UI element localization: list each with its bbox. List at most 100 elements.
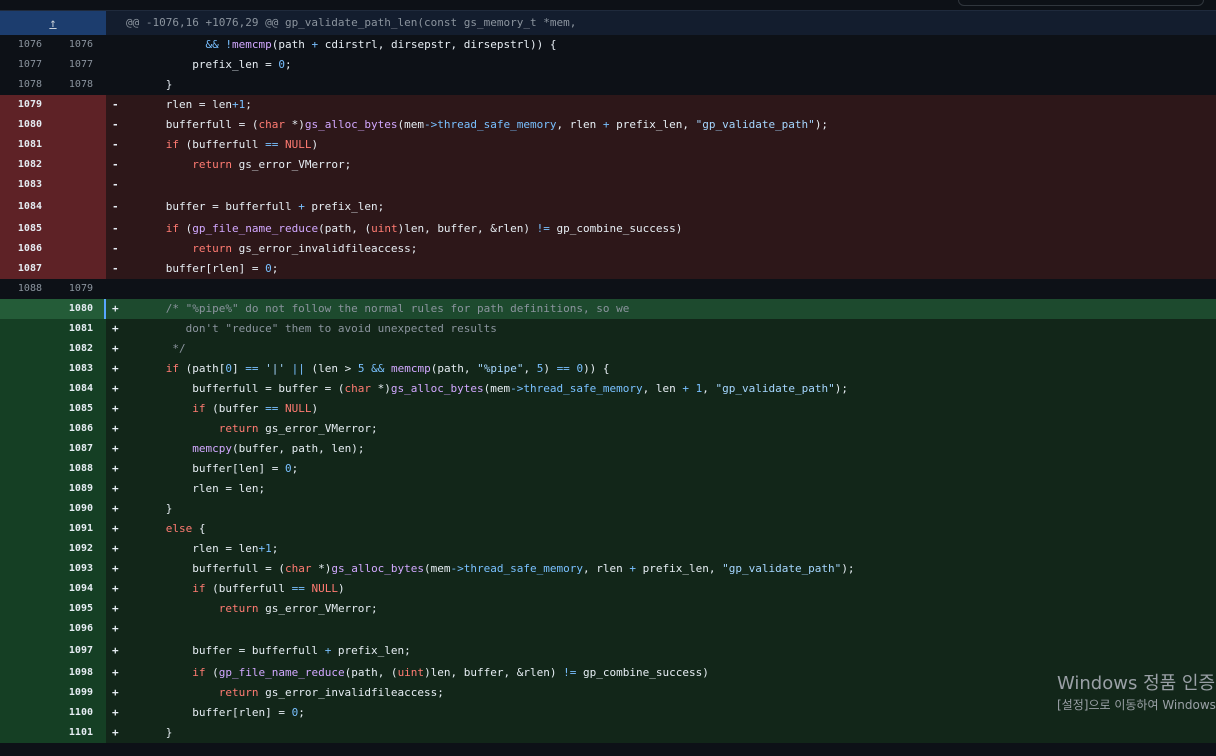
old-line-number[interactable]: 1083	[0, 175, 42, 195]
hunk-header-row: ↑ @@ -1076,16 +1076,29 @@ gp_validate_pa…	[0, 10, 1216, 35]
new-line-number[interactable]: 1096	[51, 619, 93, 639]
new-line-number[interactable]: 1076	[51, 35, 93, 55]
diff-sign: +	[112, 502, 119, 515]
new-line-number[interactable]: 1083	[51, 359, 93, 379]
watermark-subtitle: [설정]으로 이동하여 Windows	[1057, 698, 1216, 712]
diff-sign: -	[112, 222, 119, 235]
diff-sign: +	[112, 644, 119, 657]
code-text: return gs_error_VMerror;	[192, 158, 352, 171]
selected-line-marker	[104, 299, 106, 319]
added-line: 1084 + bufferfull = buffer = (char *)gs_a…	[0, 379, 1216, 399]
diff-view: 1076 1076 && !memcmp(path + cdirstrl, dir…	[0, 35, 1216, 743]
new-line-number[interactable]: 1086	[51, 419, 93, 439]
new-line-number[interactable]: 1095	[51, 599, 93, 619]
diff-sign: +	[112, 342, 119, 355]
new-line-number[interactable]: 1099	[51, 683, 93, 703]
expand-up-button[interactable]: ↑	[0, 11, 106, 35]
diff-sign: -	[112, 178, 119, 191]
context-line: 1076 1076 && !memcmp(path + cdirstrl, dir…	[0, 35, 1216, 55]
diff-sign: +	[112, 706, 119, 719]
new-line-number[interactable]: 1085	[51, 399, 93, 419]
old-line-number[interactable]: 1085	[0, 219, 42, 239]
new-line-number[interactable]: 1098	[51, 663, 93, 683]
code-text: bufferfull = (char *)gs_alloc_bytes(mem-…	[126, 562, 855, 575]
code-text: rlen = len+1;	[126, 98, 252, 111]
new-line-number[interactable]: 1087	[51, 439, 93, 459]
code-text: if (gp_file_name_reduce(path, (uint)len,…	[192, 666, 709, 679]
code-text: if (buffer == NULL)	[192, 402, 319, 415]
added-line: 1100 + buffer[rlen] = 0;	[0, 703, 1216, 723]
bottom-strip	[0, 750, 1216, 756]
new-line-number[interactable]: 1082	[51, 339, 93, 359]
added-line: 1101 + }	[0, 723, 1216, 743]
code-text: if (bufferfull == NULL)	[192, 582, 345, 595]
added-line: 1091 + else {	[0, 519, 1216, 539]
code-text: }	[126, 78, 173, 91]
code-text: && !memcmp(path + cdirstrl, dirsepstr, d…	[205, 38, 557, 51]
old-line-number[interactable]: 1080	[0, 115, 42, 135]
deleted-line: 1085 - if (gp_file_name_reduce(path, (uin…	[0, 219, 1216, 239]
code-text: return gs_error_VMerror;	[218, 602, 378, 615]
added-line: 1095 + return gs_error_VMerror;	[0, 599, 1216, 619]
code-text: buffer[len] = 0;	[126, 462, 299, 475]
old-line-number[interactable]: 1087	[0, 259, 42, 279]
old-line-number[interactable]: 1076	[0, 35, 42, 55]
diff-sign: +	[112, 562, 119, 575]
diff-sign: +	[112, 622, 119, 635]
added-line: 1092 + rlen = len+1;	[0, 539, 1216, 559]
new-line-number[interactable]: 1077	[51, 55, 93, 75]
old-line-number[interactable]: 1078	[0, 75, 42, 95]
new-line-number[interactable]: 1088	[51, 459, 93, 479]
search-box[interactable]	[958, 0, 1204, 6]
diff-sign: +	[112, 686, 119, 699]
diff-sign: +	[112, 402, 119, 415]
new-line-number[interactable]: 1084	[51, 379, 93, 399]
new-line-number[interactable]: 1079	[51, 279, 93, 299]
old-line-number[interactable]: 1079	[0, 95, 42, 115]
old-line-number[interactable]: 1084	[0, 195, 42, 219]
diff-sign: +	[112, 666, 119, 679]
hunk-header-text: @@ -1076,16 +1076,29 @@ gp_validate_path…	[126, 16, 577, 29]
diff-sign: +	[112, 442, 119, 455]
deleted-line: 1081 - if (bufferfull == NULL)	[0, 135, 1216, 155]
new-line-number[interactable]: 1090	[51, 499, 93, 519]
code-text: */	[126, 342, 186, 355]
diff-sign: -	[112, 118, 119, 131]
code-text: }	[126, 726, 173, 739]
deleted-line: 1083 -	[0, 175, 1216, 195]
old-line-number[interactable]: 1082	[0, 155, 42, 175]
code-text: if (path[0] == '|' || (len > 5 && memcmp…	[165, 362, 610, 375]
watermark-title: Windows 정품 인증	[1057, 673, 1216, 694]
new-line-number[interactable]: 1091	[51, 519, 93, 539]
diff-sign: -	[112, 242, 119, 255]
diff-sign: +	[112, 462, 119, 475]
diff-sign: -	[112, 158, 119, 171]
new-line-number[interactable]: 1080	[51, 299, 93, 319]
new-line-number[interactable]: 1093	[51, 559, 93, 579]
windows-activation-watermark: Windows 정품 인증 [설정]으로 이동하여 Windows	[1057, 672, 1216, 714]
code-text: don't "reduce" them to avoid unexpected …	[126, 322, 497, 335]
added-line: 1094 + if (bufferfull == NULL)	[0, 579, 1216, 599]
added-line: 1089 + rlen = len;	[0, 479, 1216, 499]
code-text: else {	[165, 522, 206, 535]
new-line-number[interactable]: 1097	[51, 639, 93, 663]
old-line-number[interactable]: 1081	[0, 135, 42, 155]
diff-sign: +	[112, 602, 119, 615]
new-line-number[interactable]: 1078	[51, 75, 93, 95]
new-line-number[interactable]: 1101	[51, 723, 93, 743]
old-line-number[interactable]: 1077	[0, 55, 42, 75]
new-line-number[interactable]: 1092	[51, 539, 93, 559]
diff-sign: -	[112, 200, 119, 213]
added-line: 1081 + don't "reduce" them to avoid unexp…	[0, 319, 1216, 339]
new-line-number[interactable]: 1094	[51, 579, 93, 599]
context-line: 1088 1079	[0, 279, 1216, 299]
added-line: 1083 + if (path[0] == '|' || (len > 5 && …	[0, 359, 1216, 379]
old-line-number[interactable]: 1086	[0, 239, 42, 259]
code-text: if (gp_file_name_reduce(path, (uint)len,…	[165, 222, 683, 235]
old-line-number[interactable]: 1088	[0, 279, 42, 299]
new-line-number[interactable]: 1100	[51, 703, 93, 723]
added-line: 1088 + buffer[len] = 0;	[0, 459, 1216, 479]
new-line-number[interactable]: 1089	[51, 479, 93, 499]
new-line-number[interactable]: 1081	[51, 319, 93, 339]
added-line: 1082 + */	[0, 339, 1216, 359]
